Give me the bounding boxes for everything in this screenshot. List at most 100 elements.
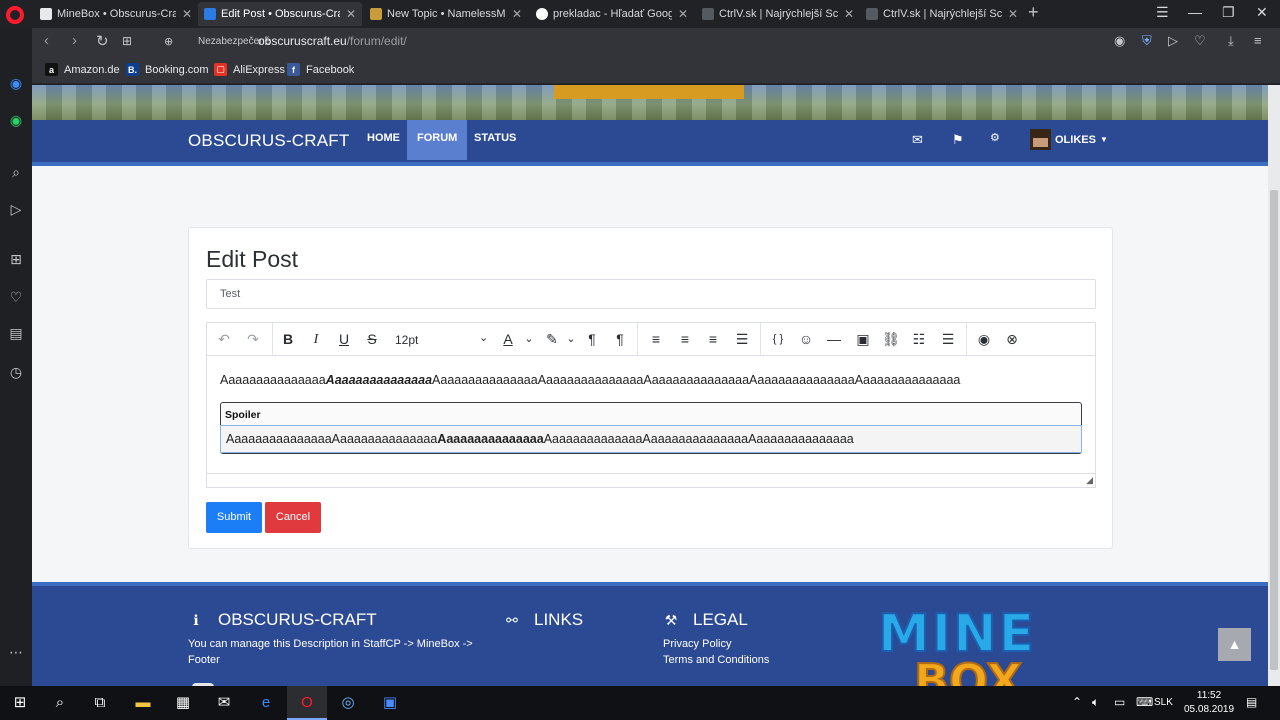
tray-chevron-icon[interactable]: ⌃ bbox=[1072, 695, 1082, 709]
language-indicator[interactable]: SLK bbox=[1154, 697, 1173, 708]
app-icon[interactable]: ▣ bbox=[370, 686, 410, 720]
messenger-icon[interactable]: ◉ bbox=[8, 75, 24, 91]
clock[interactable]: 11:52 05.08.2019 bbox=[1184, 689, 1234, 717]
align-right-icon[interactable]: ≡ bbox=[704, 331, 722, 348]
browser-tab[interactable]: MineBox • Obscurus-Craft ✕ bbox=[34, 2, 198, 26]
spoiler-remove-icon[interactable]: ⊗ bbox=[1003, 331, 1021, 348]
speed-dial-icon[interactable]: ⊞ bbox=[122, 34, 132, 48]
browser-tab[interactable]: prekladac - Hľadať Googlom ✕ bbox=[530, 2, 694, 26]
italic-icon[interactable]: I bbox=[307, 331, 325, 348]
close-icon[interactable]: ✕ bbox=[678, 7, 688, 21]
topic-title-input[interactable]: Test bbox=[206, 279, 1096, 309]
url-field[interactable]: obscuruscraft.eu/forum/edit/ bbox=[258, 34, 407, 48]
search-icon[interactable]: ⌕ bbox=[8, 164, 24, 180]
bookmark-amazon[interactable]: a Amazon.de bbox=[45, 63, 120, 76]
resize-handle-icon[interactable]: ◢ bbox=[1086, 475, 1093, 486]
align-justify-icon[interactable]: ☰ bbox=[733, 331, 751, 348]
link-icon[interactable]: ⛓ bbox=[882, 331, 900, 348]
text-color-icon[interactable]: A bbox=[499, 331, 517, 348]
font-size-select[interactable]: 12pt bbox=[395, 333, 418, 347]
close-icon[interactable]: ✕ bbox=[346, 7, 356, 21]
flow-send-icon[interactable]: ▷ bbox=[1168, 33, 1178, 49]
network-icon[interactable]: ▭ bbox=[1114, 695, 1125, 709]
keyboard-icon[interactable]: ⌨ bbox=[1136, 695, 1153, 709]
flow-icon[interactable]: ▷ bbox=[8, 201, 24, 217]
app-icon[interactable]: ◎ bbox=[328, 686, 368, 720]
bookmark-aliexpress[interactable]: ▢ AliExpress bbox=[214, 63, 285, 76]
history-clock-icon[interactable]: ◷ bbox=[8, 364, 24, 380]
editor-content[interactable]: AaaaaaaaaaaaaaaAaaaaaaaaaaaaaaAaaaaaaaaa… bbox=[207, 357, 1095, 473]
reload-icon[interactable]: ↻ bbox=[96, 32, 109, 50]
bookmark-booking[interactable]: B. Booking.com bbox=[126, 63, 209, 76]
envelope-icon[interactable]: ✉ bbox=[912, 132, 923, 148]
browser-tab[interactable]: CtrlV.sk | Najrýchlejší Screen ✕ bbox=[860, 2, 1024, 26]
close-window-icon[interactable]: ✕ bbox=[1256, 4, 1268, 21]
chevron-down-icon[interactable]: ⌄ bbox=[479, 331, 488, 344]
chevron-down-icon[interactable]: ⌄ bbox=[565, 331, 577, 348]
nav-home[interactable]: HOME bbox=[357, 120, 410, 160]
underline-icon[interactable]: U bbox=[335, 331, 353, 348]
mail-icon[interactable]: ✉ bbox=[204, 686, 244, 720]
post-paragraph[interactable]: AaaaaaaaaaaaaaaAaaaaaaaaaaaaaaAaaaaaaaaa… bbox=[220, 373, 960, 387]
code-block-icon[interactable]: { } bbox=[768, 331, 788, 348]
spoiler-block[interactable]: Spoiler AaaaaaaaaaaaaaaAaaaaaaaaaaaaaaAa… bbox=[220, 402, 1082, 454]
speed-dial-icon[interactable]: ⊞ bbox=[8, 251, 24, 267]
cogs-icon[interactable]: ⚙ bbox=[990, 131, 1000, 144]
close-icon[interactable]: ✕ bbox=[1008, 7, 1018, 21]
browser-tab[interactable]: New Topic • NamelessMC ✕ bbox=[364, 2, 528, 26]
file-explorer-icon[interactable]: ▬ bbox=[123, 686, 163, 720]
strikethrough-icon[interactable]: S bbox=[363, 331, 381, 348]
tab-menu-icon[interactable]: ☰ bbox=[1156, 4, 1169, 21]
ltr-direction-icon[interactable]: ¶ bbox=[583, 331, 601, 348]
forward-icon[interactable]: › bbox=[72, 32, 77, 49]
spoiler-body[interactable]: AaaaaaaaaaaaaaaAaaaaaaaaaaaaaaAaaaaaaaaa… bbox=[220, 425, 1082, 453]
task-view-icon[interactable]: ⧉ bbox=[80, 686, 120, 720]
nav-forum[interactable]: FORUM bbox=[407, 120, 468, 160]
privacy-policy-link[interactable]: Privacy Policy bbox=[663, 636, 769, 652]
image-icon[interactable]: ▣ bbox=[854, 331, 872, 348]
windows-start-icon[interactable]: ⊞ bbox=[0, 686, 40, 720]
search-icon[interactable]: ⌕ bbox=[40, 686, 80, 720]
notifications-icon[interactable]: ▤ bbox=[1246, 695, 1257, 709]
scroll-to-top-button[interactable]: ▲ bbox=[1218, 628, 1251, 661]
opera-menu-icon[interactable] bbox=[6, 6, 24, 24]
submit-button[interactable]: Submit bbox=[206, 502, 262, 533]
user-menu[interactable]: OLIKES ▼ bbox=[1030, 129, 1108, 150]
rtl-direction-icon[interactable]: ¶ bbox=[611, 331, 629, 348]
download-icon[interactable]: ⤓ bbox=[1228, 33, 1234, 49]
horizontal-rule-icon[interactable]: — bbox=[825, 331, 843, 348]
adblock-shield-icon[interactable]: ⛨ bbox=[1142, 33, 1152, 49]
cancel-button[interactable]: Cancel bbox=[265, 502, 321, 533]
bookmark-facebook[interactable]: f Facebook bbox=[287, 63, 354, 76]
align-center-icon[interactable]: ≡ bbox=[676, 331, 694, 348]
browser-tab-active[interactable]: Edit Post • Obscurus-Craft ✕ bbox=[198, 2, 362, 26]
volume-icon[interactable]: 🔈︎ bbox=[1092, 695, 1099, 710]
bookmarks-heart-icon[interactable]: ♡ bbox=[8, 289, 24, 305]
globe-icon[interactable]: ⊕ bbox=[164, 35, 173, 48]
more-icon[interactable]: ⋯ bbox=[8, 644, 24, 660]
new-tab-plus-icon[interactable]: + bbox=[1028, 2, 1039, 23]
store-icon[interactable]: ▦ bbox=[163, 686, 203, 720]
highlight-color-icon[interactable]: ✎ bbox=[543, 331, 561, 348]
close-icon[interactable]: ✕ bbox=[182, 7, 192, 21]
browser-tab[interactable]: CtrlV.sk | Najrýchlejší Screen ✕ bbox=[696, 2, 860, 26]
undo-icon[interactable]: ↶ bbox=[215, 331, 233, 348]
page-scrollbar[interactable] bbox=[1268, 85, 1280, 686]
whatsapp-icon[interactable]: ◉ bbox=[8, 112, 24, 128]
terms-link[interactable]: Terms and Conditions bbox=[663, 652, 769, 668]
redo-icon[interactable]: ↷ bbox=[244, 331, 262, 348]
minimize-icon[interactable]: — bbox=[1188, 4, 1202, 20]
restore-icon[interactable]: ❐ bbox=[1222, 4, 1235, 21]
nav-status[interactable]: STATUS bbox=[464, 120, 526, 160]
flag-icon[interactable]: ⚑ bbox=[952, 132, 964, 148]
close-icon[interactable]: ✕ bbox=[512, 7, 522, 21]
heart-bookmark-icon[interactable]: ♡ bbox=[1194, 33, 1206, 49]
snapshot-icon[interactable]: ◉ bbox=[1114, 33, 1125, 49]
align-left-icon[interactable]: ≡ bbox=[647, 331, 665, 348]
easy-setup-icon[interactable]: ≡ bbox=[1254, 33, 1262, 48]
scrollbar-thumb[interactable] bbox=[1270, 190, 1278, 670]
chevron-down-icon[interactable]: ⌄ bbox=[523, 331, 535, 348]
edge-icon[interactable]: e bbox=[246, 686, 286, 720]
close-icon[interactable]: ✕ bbox=[844, 7, 854, 21]
bullet-list-icon[interactable]: ☰ bbox=[939, 331, 957, 348]
